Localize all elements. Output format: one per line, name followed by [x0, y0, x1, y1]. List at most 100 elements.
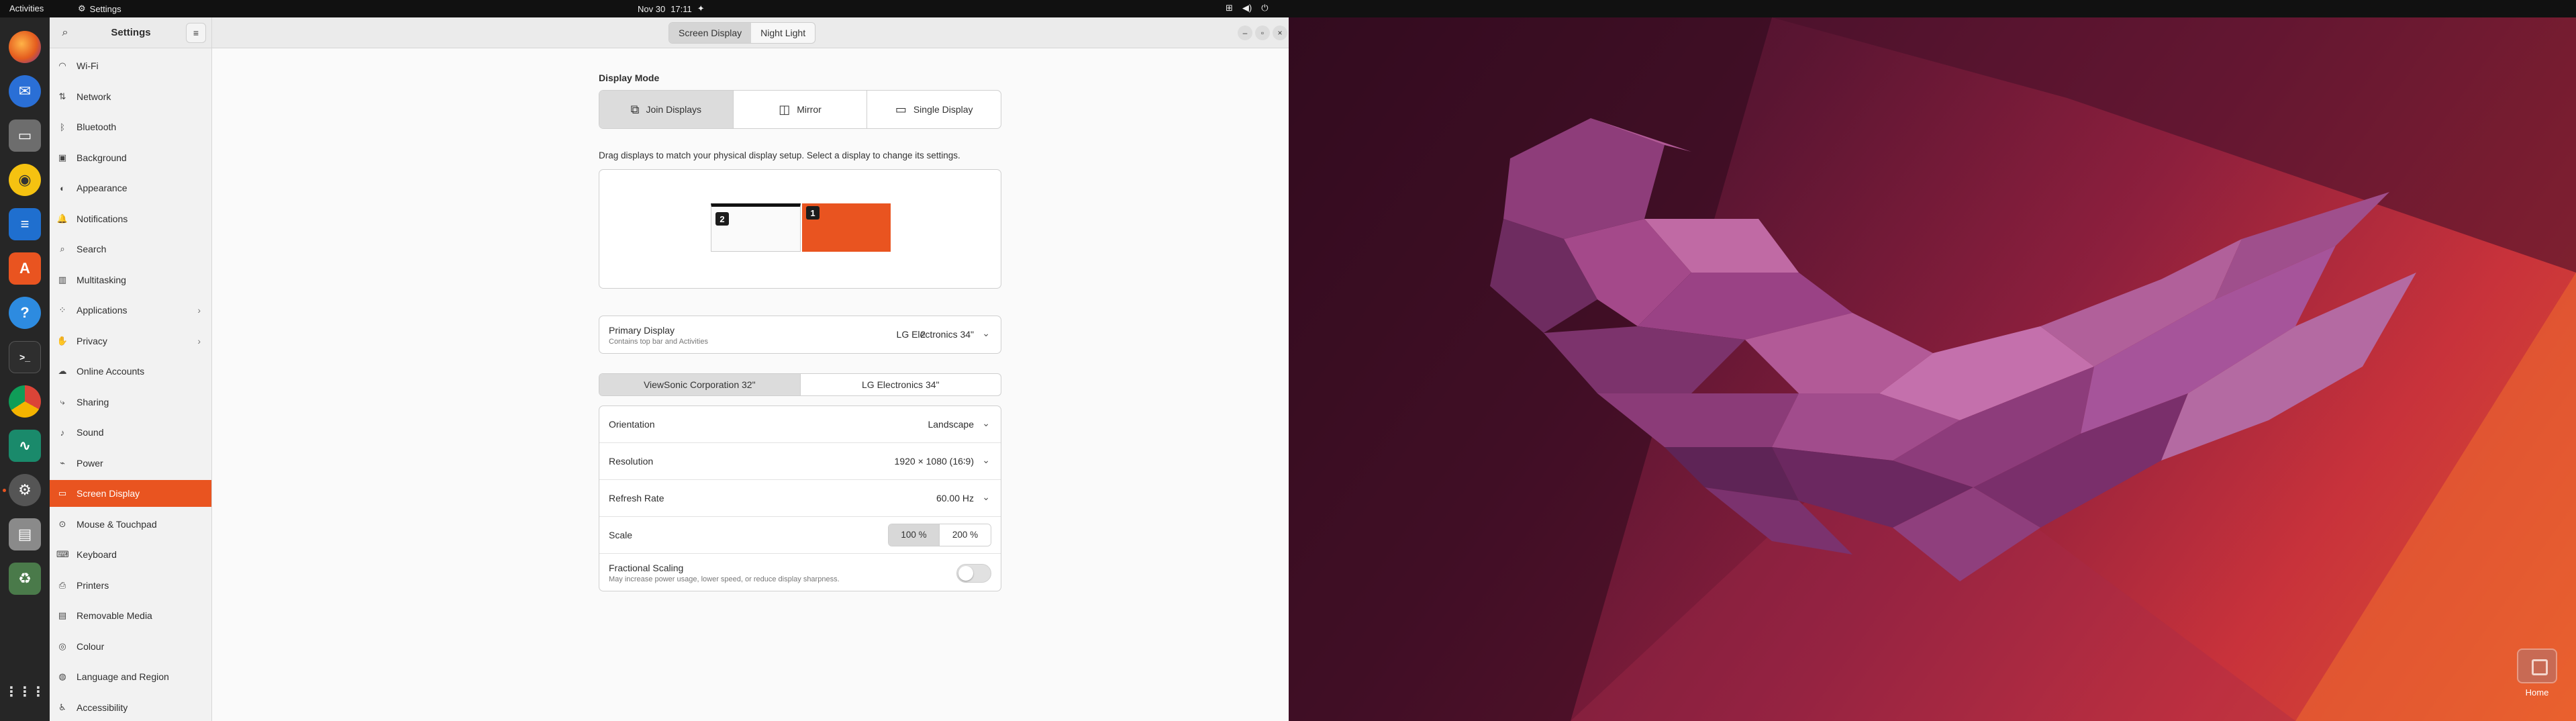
minimize-icon[interactable]: – — [1238, 26, 1252, 40]
tab-lg[interactable]: LG Electronics 34" — [801, 374, 1001, 395]
activities-button[interactable]: Activities — [9, 3, 44, 13]
hamburger-menu-icon[interactable]: ≡ — [186, 23, 206, 43]
refresh-rate-row[interactable]: Refresh Rate 60.00 Hz ⌄ — [599, 480, 1001, 517]
sidebar-item-search[interactable]: ⌕ Search — [50, 236, 211, 262]
sidebar-item-keyboard[interactable]: ⌨ Keyboard — [50, 541, 211, 568]
orientation-row[interactable]: Orientation Landscape ⌄ — [599, 406, 1001, 443]
volume-icon: ◀) — [1242, 3, 1252, 13]
refresh-rate-value: 60.00 Hz — [936, 493, 974, 503]
wifi-icon: ◠ — [58, 60, 66, 70]
monitor-number: 2 — [715, 212, 729, 226]
tab-viewsonic[interactable]: ViewSonic Corporation 32" — [599, 374, 801, 395]
sidebar-item-applications[interactable]: ⁘ Applications › — [50, 297, 211, 324]
media-icon: ▤ — [58, 610, 67, 620]
writer-icon[interactable]: ≡ — [9, 208, 41, 240]
mirror-label: Mirror — [797, 104, 822, 115]
cloud-icon: ☁ — [58, 366, 67, 376]
clock[interactable]: Nov 30 17:11 ✦ — [638, 3, 705, 14]
sidebar-item-network[interactable]: ⇅ Network — [50, 83, 211, 110]
single-display-button[interactable]: ▭ Single Display — [867, 91, 1001, 128]
home-folder-desktop-icon[interactable]: Home — [2512, 648, 2563, 698]
close-icon[interactable]: × — [1273, 26, 1287, 40]
scale-label: Scale — [609, 530, 633, 540]
sidebar-item-label: Appearance — [77, 183, 128, 193]
sidebar-item-notifications[interactable]: 🔔 Notifications — [50, 205, 211, 232]
sidebar-item-background[interactable]: ▣ Background — [50, 144, 211, 171]
sidebar-item-sharing[interactable]: ⤷ Sharing — [50, 389, 211, 416]
firefox-icon[interactable] — [9, 31, 41, 63]
thunderbird-icon[interactable]: ✉ — [9, 75, 41, 107]
bell-icon: 🔔 — [56, 213, 68, 224]
system-monitor-icon[interactable]: ∿ — [9, 430, 41, 462]
tab-night-light[interactable]: Night Light — [751, 23, 815, 43]
sidebar-item-appearance[interactable]: ◐ Appearance — [50, 175, 211, 201]
resolution-label: Resolution — [609, 456, 654, 467]
fractional-scaling-label: Fractional Scaling — [609, 563, 684, 573]
sidebar-item-label: Keyboard — [77, 549, 117, 560]
header-bar: Screen Display Night Light – ▫ × — [212, 17, 1289, 48]
join-displays-button[interactable]: ⧉ Join Displays — [599, 91, 734, 128]
music-icon: ♪ — [60, 427, 65, 438]
rhythmbox-icon[interactable]: ◉ — [9, 164, 41, 196]
resolution-row[interactable]: Resolution 1920 × 1080 (16∶9) ⌄ — [599, 443, 1001, 480]
resolution-value: 1920 × 1080 (16∶9) — [894, 456, 974, 467]
sidebar-item-label: Applications — [77, 305, 128, 316]
background-icon: ▣ — [58, 152, 67, 162]
single-display-icon: ▭ — [895, 102, 907, 116]
sidebar-item-sound[interactable]: ♪ Sound — [50, 419, 211, 446]
scale-100-button[interactable]: 100 % — [889, 524, 940, 546]
sidebar-item-label: Online Accounts — [77, 366, 145, 377]
terminal-icon[interactable]: >_ — [9, 341, 41, 373]
sidebar-item-screen-display[interactable]: ▭ Screen Display — [50, 480, 211, 507]
keyboard-icon: ⌨ — [56, 549, 69, 559]
network-icon: ⊞ — [1226, 3, 1233, 13]
disk-icon[interactable]: ▤ — [9, 518, 41, 550]
apps-grid-icon[interactable]: ⋮⋮⋮ — [5, 675, 45, 708]
mirror-button[interactable]: ◫ Mirror — [734, 91, 868, 128]
sidebar-item-privacy[interactable]: ✋ Privacy › — [50, 328, 211, 354]
sidebar-item-multitasking[interactable]: ▥ Multitasking — [50, 267, 211, 293]
sidebar-item-power[interactable]: ⌁ Power — [50, 450, 211, 477]
sidebar-item-bluetooth[interactable]: ᛒ Bluetooth — [50, 113, 211, 140]
mirror-icon: ◫ — [779, 102, 791, 116]
chrome-icon[interactable] — [9, 385, 41, 418]
desktop-wallpaper: Home — [1289, 17, 2576, 721]
gear-icon: ⚙ — [78, 3, 86, 13]
power-icon: ⏻ — [1261, 3, 1269, 13]
view-switcher: Screen Display Night Light — [668, 22, 816, 44]
primary-display-label: Primary Display — [609, 325, 675, 336]
help-icon[interactable]: ? — [9, 297, 41, 329]
printer-icon: ⎙ — [58, 579, 66, 590]
appearance-icon: ◐ — [60, 183, 65, 193]
app-menu[interactable]: ⚙ Settings — [78, 3, 121, 14]
settings-icon[interactable]: ⚙ — [9, 474, 41, 506]
sidebar-item-wi-fi[interactable]: ◠ Wi-Fi — [50, 52, 211, 79]
maximize-icon[interactable]: ▫ — [1255, 26, 1270, 40]
fractional-scaling-switch[interactable] — [956, 564, 991, 583]
sidebar-item-online-accounts[interactable]: ☁ Online Accounts — [50, 358, 211, 385]
sidebar-item-colour[interactable]: ◎ Colour — [50, 633, 211, 660]
sidebar-item-label: Wi-Fi — [77, 60, 99, 71]
network-icon: ⇅ — [58, 91, 66, 101]
sidebar-item-removable-media[interactable]: ▤ Removable Media — [50, 602, 211, 629]
join-displays-label: Join Displays — [646, 104, 701, 115]
tab-screen-display[interactable]: Screen Display — [669, 23, 752, 43]
running-indicator — [3, 489, 6, 492]
scale-toggle-group: 100 % 200 % — [888, 524, 991, 546]
sidebar-item-printers[interactable]: ⎙ Printers — [50, 572, 211, 599]
scale-200-button[interactable]: 200 % — [940, 524, 991, 546]
monitor-2[interactable]: 2 — [711, 203, 801, 252]
sidebar-item-mouse-touchpad[interactable]: ⊙ Mouse & Touchpad — [50, 511, 211, 538]
sidebar-item-accessibility[interactable]: ♿ Accessibility — [50, 694, 211, 721]
monitor-1[interactable]: 1 — [802, 203, 891, 252]
trash-icon[interactable]: ♻ — [9, 563, 41, 595]
files-icon[interactable]: ▭ — [9, 119, 41, 152]
sidebar-item-language-and-region[interactable]: ◍ Language and Region — [50, 663, 211, 690]
date-label: Nov 30 — [638, 3, 666, 14]
system-tray[interactable]: ⊞ ◀) ⏻ — [1226, 3, 1269, 13]
app-center-icon[interactable]: A — [9, 252, 41, 285]
primary-display-sub: Contains top bar and Activities — [609, 338, 708, 346]
sidebar-item-label: Removable Media — [77, 610, 152, 621]
join-displays-icon: ⧉ — [630, 102, 640, 116]
primary-display-row[interactable]: Primary Display Contains top bar and Act… — [599, 316, 1001, 353]
